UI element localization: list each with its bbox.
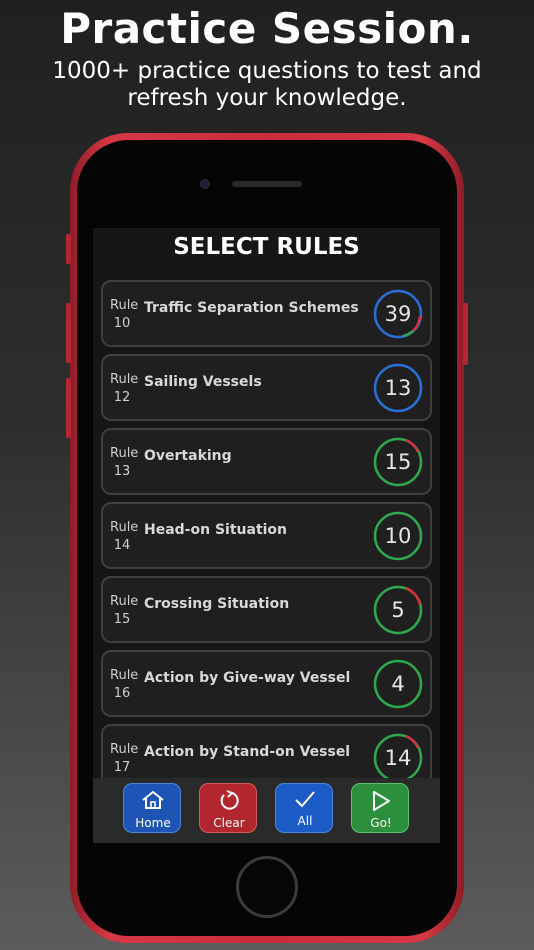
count-value: 10 bbox=[385, 524, 412, 548]
promo-headline: Practice Session. bbox=[60, 4, 474, 53]
count-ring: 15 bbox=[373, 437, 423, 487]
rule-number: 14 bbox=[113, 538, 131, 553]
front-camera bbox=[200, 179, 210, 189]
rule-number: 12 bbox=[113, 390, 131, 405]
rule-name: Crossing Situation bbox=[144, 596, 290, 612]
rule-number: 13 bbox=[113, 464, 131, 479]
rule-card[interactable]: Rule 12 Sailing Vessels 13 bbox=[101, 354, 432, 421]
home-button[interactable]: Home bbox=[123, 783, 181, 833]
rule-number: 17 bbox=[113, 760, 131, 775]
rule-name: Overtaking bbox=[144, 448, 232, 464]
home-label: Home bbox=[135, 816, 171, 830]
rule-name: Action by Stand-on Vessel bbox=[144, 744, 351, 760]
phone-home-button[interactable] bbox=[236, 856, 298, 918]
go-label: Go! bbox=[370, 816, 392, 830]
count-ring: 4 bbox=[373, 659, 423, 709]
count-value: 4 bbox=[391, 672, 404, 696]
rule-word: Rule bbox=[110, 298, 139, 313]
reset-icon bbox=[220, 790, 239, 810]
rule-card[interactable]: Rule 13 Overtaking 15 bbox=[101, 428, 432, 495]
rule-number: 10 bbox=[113, 316, 131, 331]
rule-name: Action by Give-way Vessel bbox=[144, 670, 351, 686]
rule-word: Rule bbox=[110, 372, 139, 387]
rule-name: Head-on Situation bbox=[144, 522, 288, 538]
clear-button[interactable]: Clear bbox=[199, 783, 257, 833]
rule-number: 15 bbox=[113, 612, 131, 627]
count-value: 15 bbox=[385, 450, 412, 474]
rule-card[interactable]: Rule 15 Crossing Situation 5 bbox=[101, 576, 432, 643]
count-value: 14 bbox=[385, 746, 412, 770]
count-ring: 39 bbox=[373, 289, 423, 339]
count-value: 5 bbox=[391, 598, 404, 622]
rule-number: 16 bbox=[113, 686, 131, 701]
earpiece-speaker bbox=[232, 181, 302, 187]
count-ring: 5 bbox=[373, 585, 423, 635]
count-ring-accent bbox=[412, 315, 422, 332]
screen-title: SELECT RULES bbox=[173, 234, 360, 260]
checkmark-icon bbox=[295, 791, 315, 807]
go-button[interactable]: Go! bbox=[351, 783, 409, 833]
rule-word: Rule bbox=[110, 594, 139, 609]
rule-name: Sailing Vessels bbox=[144, 374, 262, 390]
rule-card[interactable]: Rule 14 Head-on Situation 10 bbox=[101, 502, 432, 569]
rule-word: Rule bbox=[110, 520, 139, 535]
all-button[interactable]: All bbox=[275, 783, 333, 833]
app-screen: SELECT RULES Rule 10 Traffic Separation … bbox=[93, 228, 440, 843]
bottom-toolbar: Home Clear All Go! bbox=[93, 778, 440, 843]
clear-label: Clear bbox=[213, 816, 245, 830]
count-ring-accent bbox=[402, 330, 414, 338]
rule-word: Rule bbox=[110, 668, 139, 683]
count-ring: 14 bbox=[373, 733, 423, 783]
rule-card[interactable]: Rule 16 Action by Give-way Vessel 4 bbox=[101, 650, 432, 717]
count-value: 13 bbox=[385, 376, 412, 400]
power-button bbox=[463, 303, 468, 365]
rule-card[interactable]: Rule 10 Traffic Separation Schemes 39 bbox=[101, 280, 432, 347]
rule-name: Traffic Separation Schemes bbox=[144, 300, 359, 316]
play-icon bbox=[373, 791, 390, 811]
home-icon bbox=[142, 791, 164, 809]
count-ring: 10 bbox=[373, 511, 423, 561]
rule-word: Rule bbox=[110, 742, 139, 757]
silent-switch bbox=[66, 234, 71, 264]
all-label: All bbox=[297, 814, 313, 828]
count-value: 39 bbox=[385, 302, 412, 326]
volume-down-button bbox=[66, 378, 71, 438]
promo-subline: 1000+ practice questions to test and ref… bbox=[52, 58, 482, 111]
rule-word: Rule bbox=[110, 446, 139, 461]
count-ring: 13 bbox=[373, 363, 423, 413]
volume-up-button bbox=[66, 303, 71, 363]
